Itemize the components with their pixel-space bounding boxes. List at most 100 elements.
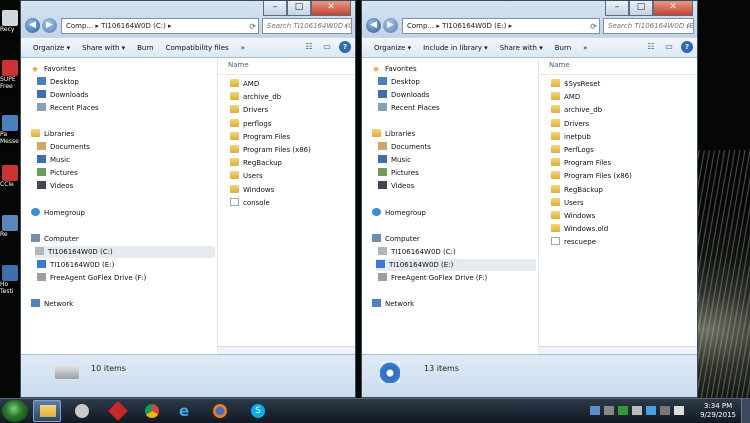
nav-computer[interactable]: Computer <box>372 233 420 245</box>
nav-videos[interactable]: Videos <box>378 180 414 192</box>
nav-downloads[interactable]: Downloads <box>378 89 429 101</box>
desktop-icon-ccleaner[interactable]: CCle <box>0 165 22 188</box>
nav-drive-f[interactable]: FreeAgent GoFlex Drive (F:) <box>378 272 487 284</box>
folder-row[interactable]: perflogs <box>230 118 271 130</box>
nav-network[interactable]: Network <box>31 298 73 310</box>
tray-icon[interactable] <box>632 406 642 415</box>
folder-row[interactable]: Drivers <box>551 118 589 130</box>
tray-icon[interactable] <box>604 406 614 415</box>
taskbar-firefox[interactable] <box>206 400 234 422</box>
nav-network[interactable]: Network <box>372 298 414 310</box>
address-bar[interactable]: Comp... ▸ TI106164W0D (C:) ▸ ⟳ <box>61 18 259 34</box>
desktop-icon-re[interactable]: Re <box>0 215 22 238</box>
nav-homegroup[interactable]: Homegroup <box>372 207 426 219</box>
organize-button[interactable]: Organize ▾ <box>374 44 411 52</box>
nav-libraries[interactable]: Libraries <box>31 128 74 140</box>
folder-row[interactable]: AMD <box>230 78 259 90</box>
taskbar-skype[interactable]: S <box>244 400 272 422</box>
burn-button[interactable]: Burn <box>555 44 571 52</box>
folder-row[interactable]: $SysReset <box>551 78 600 90</box>
taskbar-explorer[interactable] <box>33 400 61 422</box>
close-button[interactable]: ✕ <box>653 1 693 16</box>
taskbar-app-1[interactable] <box>68 400 96 422</box>
column-header-name[interactable]: Name <box>228 61 249 69</box>
share-with-button[interactable]: Share with ▾ <box>82 44 125 52</box>
taskbar-chrome[interactable] <box>138 400 166 422</box>
maximize-button[interactable]: □ <box>287 1 311 16</box>
nav-computer[interactable]: Computer <box>31 233 79 245</box>
show-desktop-button[interactable] <box>741 399 750 423</box>
folder-row[interactable]: Users <box>551 197 584 209</box>
tray-icon[interactable] <box>590 406 600 415</box>
include-in-library-button[interactable]: Include in library ▾ <box>423 44 488 52</box>
folder-row[interactable]: Users <box>230 170 263 182</box>
maximize-button[interactable]: □ <box>629 1 653 16</box>
nav-music[interactable]: Music <box>378 154 411 166</box>
nav-drive-f[interactable]: FreeAgent GoFlex Drive (F:) <box>37 272 146 284</box>
nav-drive-e[interactable]: TI106164W0D (E:) <box>376 259 536 271</box>
help-icon[interactable]: ? <box>339 41 351 53</box>
nav-recent-places[interactable]: Recent Places <box>378 102 440 114</box>
taskbar-internet-explorer[interactable]: e <box>172 400 200 422</box>
desktop-icon-messenger[interactable]: Pa Messe <box>0 115 22 145</box>
folder-row[interactable]: RegBackup <box>230 157 282 169</box>
minimize-button[interactable]: – <box>605 1 629 16</box>
search-input[interactable]: Search TI106164W0D (C:) ⌕ <box>262 18 352 34</box>
minimize-button[interactable]: – <box>263 1 287 16</box>
nav-favorites[interactable]: ★ Favorites <box>372 63 417 75</box>
folder-row[interactable]: Program Files <box>230 131 290 143</box>
title-bar[interactable]: – □ ✕ ◀ ▶ Comp... ▸ TI106164W0D (E:) ▸ ⟳… <box>362 1 697 37</box>
nav-drive-c[interactable]: TI106164W0D (C:) <box>378 246 456 258</box>
nav-music[interactable]: Music <box>37 154 70 166</box>
folder-row[interactable]: PerfLogs <box>551 144 594 156</box>
nav-videos[interactable]: Videos <box>37 180 73 192</box>
back-button[interactable]: ◀ <box>25 18 40 33</box>
nav-homegroup[interactable]: Homegroup <box>31 207 85 219</box>
folder-row[interactable]: Program Files (x86) <box>551 170 632 182</box>
tray-icon[interactable] <box>618 406 628 415</box>
folder-row[interactable]: archive_db <box>230 91 281 103</box>
nav-pictures[interactable]: Pictures <box>37 167 78 179</box>
explorer-window-e[interactable]: – □ ✕ ◀ ▶ Comp... ▸ TI106164W0D (E:) ▸ ⟳… <box>361 0 698 398</box>
column-header-name[interactable]: Name <box>549 61 570 69</box>
forward-button[interactable]: ▶ <box>383 18 398 33</box>
forward-button[interactable]: ▶ <box>42 18 57 33</box>
refresh-icon[interactable]: ⟳ <box>249 22 256 31</box>
more-commands-button[interactable]: » <box>583 44 587 52</box>
nav-documents[interactable]: Documents <box>37 141 90 153</box>
folder-row[interactable]: Windows <box>230 184 274 196</box>
preview-pane-icon[interactable]: ▭ <box>663 41 675 53</box>
nav-drive-c[interactable]: TI106164W0D (C:) <box>35 246 215 258</box>
back-button[interactable]: ◀ <box>366 18 381 33</box>
compatibility-files-button[interactable]: Compatibility files <box>166 44 229 52</box>
folder-row[interactable]: Program Files (x86) <box>230 144 311 156</box>
folder-row[interactable]: Program Files <box>551 157 611 169</box>
nav-recent-places[interactable]: Recent Places <box>37 102 99 114</box>
organize-button[interactable]: Organize ▾ <box>33 44 70 52</box>
taskbar-app-2[interactable] <box>104 400 132 422</box>
nav-libraries[interactable]: Libraries <box>372 128 415 140</box>
folder-row[interactable]: RegBackup <box>551 184 603 196</box>
nav-desktop[interactable]: Desktop <box>378 76 420 88</box>
help-icon[interactable]: ? <box>681 41 693 53</box>
nav-documents[interactable]: Documents <box>378 141 431 153</box>
close-button[interactable]: ✕ <box>311 1 351 16</box>
address-bar[interactable]: Comp... ▸ TI106164W0D (E:) ▸ ⟳ <box>402 18 600 34</box>
start-button[interactable] <box>2 400 28 422</box>
nav-drive-e[interactable]: TI106164W0D (E:) <box>37 259 114 271</box>
explorer-window-c[interactable]: – □ ✕ ◀ ▶ Comp... ▸ TI106164W0D (C:) ▸ ⟳… <box>20 0 356 398</box>
network-tray-icon[interactable] <box>660 406 670 415</box>
more-commands-button[interactable]: » <box>241 44 245 52</box>
nav-favorites[interactable]: ★ Favorites <box>31 63 76 75</box>
burn-button[interactable]: Burn <box>137 44 153 52</box>
refresh-icon[interactable]: ⟳ <box>590 22 597 31</box>
change-view-icon[interactable]: ☷ <box>303 41 315 53</box>
preview-pane-icon[interactable]: ▭ <box>321 41 333 53</box>
file-row[interactable]: rescuepe <box>551 236 596 248</box>
file-row[interactable]: console <box>230 197 270 209</box>
nav-downloads[interactable]: Downloads <box>37 89 88 101</box>
desktop-icon-recycle-bin[interactable]: Recy <box>0 10 22 33</box>
search-input[interactable]: Search TI106164W0D (E:) ⌕ <box>603 18 694 34</box>
tray-icon[interactable] <box>646 406 656 415</box>
share-with-button[interactable]: Share with ▾ <box>500 44 543 52</box>
